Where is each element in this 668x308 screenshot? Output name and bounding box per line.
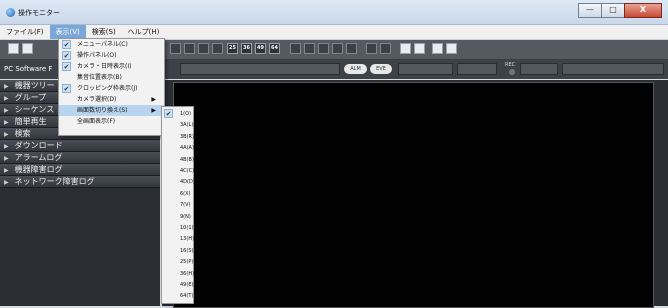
screen-count-submenu: 1(O) 3A(L) 3B(R) 4A(A) 4B(B) 4C(C) 4D(D)… <box>161 106 195 304</box>
sequence-icon[interactable] <box>304 43 315 54</box>
status-box <box>562 63 664 75</box>
pin-icon[interactable] <box>414 43 425 54</box>
save-icon[interactable] <box>22 43 33 54</box>
sequence-icon[interactable] <box>290 43 301 54</box>
screen-option-13[interactable]: 13(H) <box>162 234 194 245</box>
sidebar-item-network-error-log[interactable]: ▶ ネットワーク障害ログ <box>0 176 160 188</box>
triangle-right-icon: ▶ <box>4 143 9 150</box>
app-icon <box>6 8 15 17</box>
layout-36-button[interactable]: 36 <box>241 43 252 54</box>
menu-item-cropping-frame[interactable]: ✔ クロッピング枠表示(J) <box>59 83 164 94</box>
check-icon: ✔ <box>62 51 71 60</box>
video-area <box>162 80 668 308</box>
menu-item-sound-position[interactable]: 集音位置表示(B) <box>59 72 164 83</box>
screen-option-36[interactable]: 36(H) <box>162 269 194 280</box>
status-box <box>520 63 558 75</box>
screen-option-3a[interactable]: 3A(L) <box>162 120 193 131</box>
triangle-right-icon: ▶ <box>4 119 9 126</box>
playback-icon[interactable] <box>380 43 391 54</box>
triangle-right-icon: ▶ <box>4 179 9 186</box>
title-bar: 操作モニター — □ X <box>0 0 668 25</box>
menu-file[interactable]: ファイル(F) <box>0 25 50 39</box>
menu-help[interactable]: ヘルプ(H) <box>122 25 166 39</box>
screen-option-6[interactable]: 6(X) <box>162 189 193 200</box>
check-icon: ✔ <box>62 84 71 93</box>
status-box <box>457 63 497 75</box>
layout-25-button[interactable]: 25 <box>227 43 238 54</box>
sequence-icon[interactable] <box>332 43 343 54</box>
software-label: PC Software F <box>4 65 53 73</box>
sidebar-item-download[interactable]: ▶ ダウンロード <box>0 140 160 152</box>
playback-icon[interactable] <box>366 43 377 54</box>
screen-option-4a[interactable]: 4A(A) <box>162 143 194 154</box>
rec-label: REC <box>505 62 516 68</box>
triangle-right-icon: ▶ <box>4 83 9 90</box>
camera-title-box <box>180 63 340 75</box>
triangle-right-icon: ▶ <box>4 95 9 102</box>
close-button[interactable]: X <box>624 3 662 18</box>
screen-option-4d[interactable]: 4D(D) <box>162 177 195 188</box>
view-menu-dropdown: ✔ メニューパネル(C) ✔ 操作パネル(O) ✔ カメラ・日時表示(I) 集音位置表… <box>58 38 165 136</box>
layout-49-button[interactable]: 49 <box>255 43 266 54</box>
layout-grid-icon[interactable] <box>198 43 209 54</box>
triangle-right-icon: ▶ <box>4 155 9 162</box>
menu-item-fullscreen[interactable]: 全画面表示(F) <box>59 116 164 127</box>
screen-option-4b[interactable]: 4B(B) <box>162 155 194 166</box>
layout-grid-icon[interactable] <box>170 43 181 54</box>
screen-option-10[interactable]: 10(1) <box>162 223 193 234</box>
layout-grid-icon[interactable] <box>184 43 195 54</box>
menu-view[interactable]: 表示(V) <box>49 25 86 39</box>
screen-option-25[interactable]: 25(P) <box>162 257 193 268</box>
sequence-icon[interactable] <box>318 43 329 54</box>
screen-option-9[interactable]: 9(N) <box>162 212 193 223</box>
screen-option-4c[interactable]: 4C(C) <box>162 166 194 177</box>
snapshot-icon[interactable] <box>432 43 443 54</box>
menu-item-screen-switch[interactable]: 画面数切り換え(S) ▶ <box>59 105 164 116</box>
menu-item-menu-panel[interactable]: ✔ メニューパネル(C) <box>59 39 164 50</box>
event-button[interactable]: EVE <box>370 64 392 74</box>
alarm-button[interactable]: ALM <box>344 64 367 74</box>
screen-option-49[interactable]: 49(E) <box>162 280 193 291</box>
layout-grid-icon[interactable] <box>212 43 223 54</box>
screen-option-3b[interactable]: 3B(R) <box>162 132 194 143</box>
sequence-icon[interactable] <box>346 43 357 54</box>
menu-item-camera-datetime[interactable]: ✔ カメラ・日時表示(I) <box>59 61 164 72</box>
check-icon: ✔ <box>164 109 173 118</box>
screen-option-16[interactable]: 16(S) <box>162 246 193 257</box>
submenu-arrow-icon: ▶ <box>151 96 156 103</box>
screen-option-7[interactable]: 7(V) <box>162 200 193 211</box>
camera-view[interactable] <box>173 82 654 308</box>
menu-item-camera-select[interactable]: カメラ選択(D) ▶ <box>59 94 164 105</box>
maximize-button[interactable]: □ <box>601 3 625 18</box>
sidebar-item-device-error-log[interactable]: ▶ 機器障害ログ <box>0 164 160 176</box>
audio-icon[interactable] <box>446 43 457 54</box>
check-icon: ✔ <box>62 62 71 71</box>
camera-icon[interactable] <box>8 43 19 54</box>
minimize-button[interactable]: — <box>578 3 602 18</box>
screen-option-64[interactable]: 64(T) <box>162 291 193 302</box>
check-icon: ✔ <box>62 40 71 49</box>
menu-search[interactable]: 検索(S) <box>86 25 122 39</box>
triangle-right-icon: ▶ <box>4 131 9 138</box>
layout-64-button[interactable]: 64 <box>269 43 280 54</box>
sidebar-item-alarm-log[interactable]: ▶ アラームログ <box>0 152 160 164</box>
status-box <box>398 63 453 75</box>
stop-icon[interactable] <box>400 43 411 54</box>
triangle-right-icon: ▶ <box>4 167 9 174</box>
window-title: 操作モニター <box>18 9 60 17</box>
rec-indicator <box>509 69 515 75</box>
menu-item-control-panel[interactable]: ✔ 操作パネル(O) <box>59 50 164 61</box>
submenu-arrow-icon: ▶ <box>151 107 156 114</box>
triangle-right-icon: ▶ <box>4 107 9 114</box>
